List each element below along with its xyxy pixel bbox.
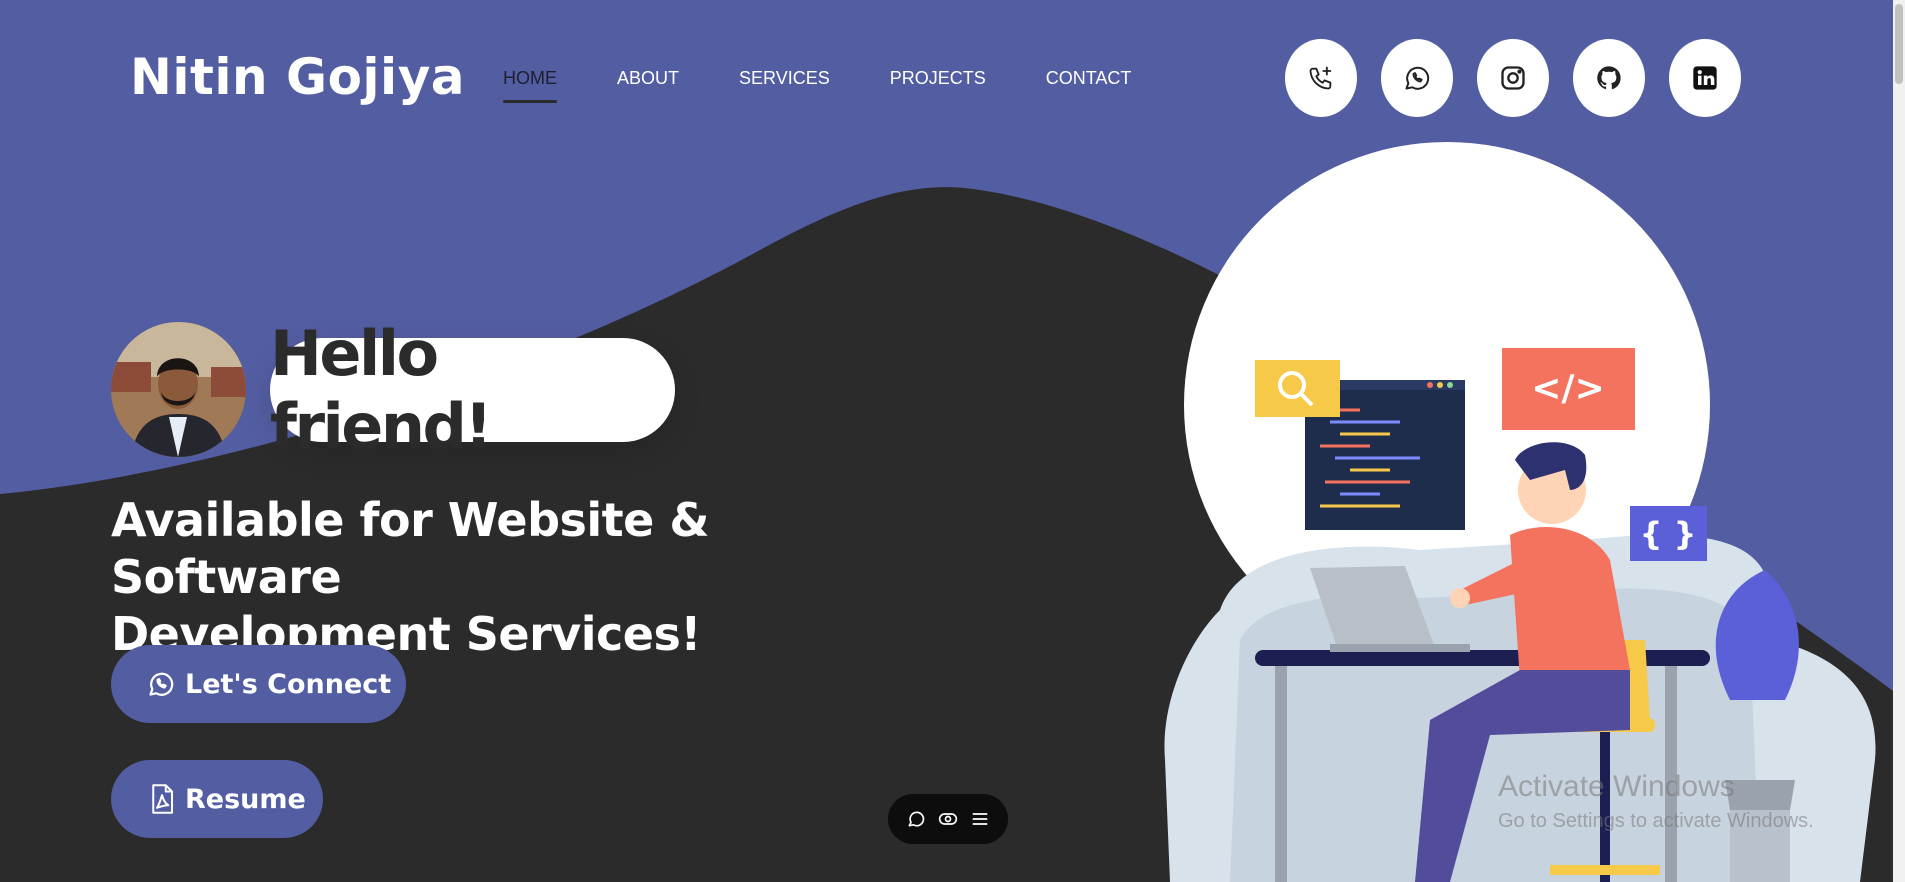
chat-icon (908, 811, 925, 827)
menu-icon (972, 813, 988, 825)
main-nav: HOME ABOUT SERVICES PROJECTS CONTACT (503, 68, 1191, 103)
linkedin-button[interactable] (1669, 39, 1741, 117)
eye-icon (938, 813, 958, 825)
resume-button[interactable]: Resume (111, 760, 323, 838)
watermark-subtitle: Go to Settings to activate Windows. (1498, 810, 1814, 832)
whatsapp-button[interactable] (1381, 39, 1453, 117)
scrollbar-thumb[interactable] (1895, 4, 1903, 84)
avatar (111, 322, 246, 457)
menu-button[interactable] (967, 806, 993, 832)
phone-plus-icon (1309, 66, 1332, 90)
lets-connect-button[interactable]: Let's Connect (111, 645, 406, 723)
nav-contact[interactable]: CONTACT (1046, 68, 1132, 103)
nav-home[interactable]: HOME (503, 68, 557, 103)
chat-button[interactable] (903, 806, 929, 832)
svg-text:{ }: { } (1640, 515, 1697, 553)
instagram-icon (1501, 66, 1525, 90)
whatsapp-icon (1405, 66, 1430, 90)
lets-connect-label: Let's Connect (185, 668, 392, 700)
svg-text:</>: </> (1531, 368, 1604, 409)
linkedin-icon (1693, 66, 1717, 90)
phone-button[interactable] (1285, 39, 1357, 117)
page-scrollbar[interactable] (1893, 0, 1905, 882)
windows-activation-watermark: Activate Windows Go to Settings to activ… (1498, 770, 1814, 833)
github-icon (1597, 66, 1621, 90)
instagram-button[interactable] (1477, 39, 1549, 117)
nav-services[interactable]: SERVICES (739, 68, 830, 103)
nav-about[interactable]: ABOUT (617, 68, 679, 103)
resume-label: Resume (185, 783, 306, 815)
pdf-file-icon (152, 784, 173, 814)
social-links (1285, 39, 1741, 117)
brand-logo[interactable]: Nitin Gojiya (130, 48, 465, 106)
profile-photo (111, 322, 246, 457)
hero-tagline: Available for Website & Software Develop… (111, 492, 871, 663)
view-button[interactable] (935, 806, 961, 832)
greeting-bubble: Hello friend! (270, 317, 675, 463)
floating-toolbar (888, 794, 1008, 844)
greeting-text: Hello friend! (270, 317, 493, 463)
tagline-line-1: Available for Website & Software (111, 493, 709, 604)
github-button[interactable] (1573, 39, 1645, 117)
whatsapp-icon (149, 672, 174, 696)
watermark-title: Activate Windows (1498, 770, 1735, 803)
nav-projects[interactable]: PROJECTS (890, 68, 986, 103)
